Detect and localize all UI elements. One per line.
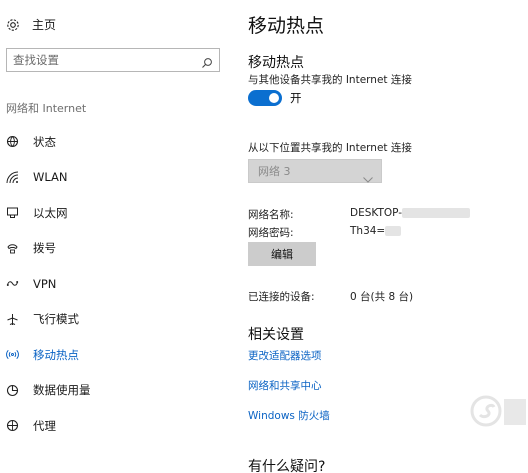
sidebar-item-label: VPN: [33, 276, 57, 291]
page-title: 移动热点: [248, 15, 325, 37]
sidebar-item-vpn[interactable]: VPN: [0, 266, 236, 302]
vpn-icon: [6, 277, 19, 290]
hotspot-icon: [6, 348, 19, 361]
sidebar-item-label: 飞行模式: [33, 312, 79, 327]
connected-devices-row: 已连接的设备: 0 台(共 8 台): [248, 289, 413, 304]
sidebar-item-status[interactable]: 状态: [0, 124, 236, 160]
gear-icon: [6, 17, 20, 31]
network-name-value-wrap: DESKTOP-: [350, 207, 471, 219]
network-name-value: DESKTOP-: [350, 207, 403, 219]
edit-button[interactable]: 编辑: [248, 242, 316, 266]
hotspot-toggle[interactable]: [248, 90, 282, 106]
network-password-row: 网络密码: Th34=: [248, 225, 402, 240]
sidebar-item-hotspot[interactable]: 移动热点: [0, 337, 236, 373]
chevron-down-icon: [363, 168, 373, 183]
questions-heading: 有什么疑问?: [248, 459, 326, 473]
sidebar-item-wlan[interactable]: WLAN: [0, 160, 236, 196]
dropdown-value: 网络 3: [258, 165, 291, 178]
sidebar-item-label: 以太网: [33, 205, 68, 220]
share-from-dropdown[interactable]: 网络 3: [248, 159, 382, 183]
sidebar-item-ethernet[interactable]: 以太网: [0, 195, 236, 231]
hotspot-section-title: 移动热点: [248, 55, 304, 71]
airplane-icon: [6, 313, 19, 326]
sidebar: 主页 网络和 Internet 状态 WLAN 以太网: [0, 0, 236, 473]
section-label: 网络和 Internet: [6, 102, 87, 115]
data-usage-icon: [6, 384, 19, 397]
globe-status-icon: [6, 135, 19, 148]
network-password-value: Th34=: [350, 225, 386, 237]
sidebar-item-proxy[interactable]: 代理: [0, 408, 236, 444]
network-sharing-center-link[interactable]: 网络和共享中心: [248, 378, 322, 393]
redacted-mark: [402, 208, 471, 218]
dialup-icon: [6, 242, 19, 255]
related-settings-title: 相关设置: [248, 327, 304, 343]
wifi-icon: [6, 171, 19, 184]
sidebar-item-label: 数据使用量: [33, 383, 91, 398]
sidebar-item-data-usage[interactable]: 数据使用量: [0, 373, 236, 409]
sidebar-item-label: 移动热点: [33, 347, 79, 362]
connected-devices-label: 已连接的设备:: [248, 291, 315, 303]
connected-devices-value: 0 台(共 8 台): [350, 291, 414, 303]
search-icon[interactable]: [201, 54, 213, 68]
hotspot-toggle-row: 开: [248, 90, 302, 106]
redacted-mark: [385, 226, 402, 236]
adapter-options-link[interactable]: 更改适配器选项: [248, 348, 322, 363]
sidebar-item-label: 代理: [33, 418, 56, 433]
network-name-row: 网络名称: DESKTOP-: [248, 207, 471, 222]
watermark-logo: [470, 395, 528, 445]
home-label: 主页: [32, 17, 57, 32]
network-password-label: 网络密码:: [248, 227, 294, 239]
share-from-label: 从以下位置共享我的 Internet 连接: [248, 142, 412, 154]
hotspot-description: 与其他设备共享我的 Internet 连接: [248, 74, 412, 86]
ethernet-icon: [6, 206, 19, 219]
sidebar-item-airplane[interactable]: 飞行模式: [0, 302, 236, 338]
network-name-label: 网络名称:: [248, 209, 294, 221]
search-box[interactable]: [6, 48, 220, 72]
sidebar-item-dialup[interactable]: 拨号: [0, 231, 236, 267]
nav-list: 状态 WLAN 以太网 拨号 VPN 飞行模式 移动热点 数据使用量 代理: [0, 124, 236, 444]
search-input[interactable]: [13, 53, 201, 67]
home-nav-item[interactable]: 主页: [6, 14, 56, 34]
sidebar-item-label: WLAN: [33, 170, 68, 185]
toggle-knob: [269, 93, 279, 103]
network-password-value-wrap: Th34=: [350, 225, 402, 237]
toggle-state-label: 开: [290, 91, 302, 105]
sidebar-item-label: 状态: [33, 134, 56, 149]
proxy-icon: [6, 419, 19, 432]
windows-firewall-link[interactable]: Windows 防火墙: [248, 408, 330, 423]
sidebar-item-label: 拨号: [33, 241, 56, 256]
